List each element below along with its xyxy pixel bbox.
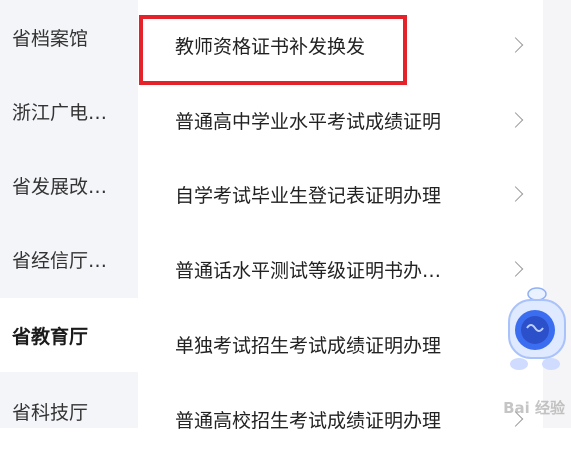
sidebar-item-archives[interactable]: 省档案馆 [0,0,138,74]
service-label: 自学考试毕业生登记表证明办理 [175,184,442,207]
sidebar-item-development-reform[interactable]: 省发展改… [0,148,138,222]
service-label: 普通高校招生考试成绩证明办理 [175,409,442,432]
list-item[interactable]: 单独考试招生考试成绩证明办理 [138,307,543,381]
sidebar-item-label: 浙江广电… [12,101,108,124]
service-label: 普通高中学业水平考试成绩证明 [175,110,442,133]
service-list: 教师资格证书补发换发 普通高中学业水平考试成绩证明 自学考试毕业生登记表证明办理… [138,0,543,432]
watermark-text: Bai 经验 [503,399,565,417]
sidebar-item-zhejiang-broadcast[interactable]: 浙江广电… [0,74,138,148]
watermark: Bai 经验 [503,397,565,418]
chevron-right-icon [507,261,524,277]
sidebar-item-label: 省发展改… [12,175,108,198]
sidebar-item-label: 省档案馆 [12,27,89,50]
sidebar: 省档案馆 浙江广电… 省发展改… 省经信厅… 省教育厅 省科技厅 [0,0,138,428]
service-label: 单独考试招生考试成绩证明办理 [175,334,442,357]
sidebar-item-education[interactable]: 省教育厅 [0,298,138,372]
chevron-right-icon [507,186,524,202]
service-label: 普通话水平测试等级证明书办… [175,259,442,282]
sidebar-item-economy-it[interactable]: 省经信厅… [0,222,138,296]
service-label: 教师资格证书补发换发 [175,35,366,58]
list-item[interactable]: 教师资格证书补发换发 [138,8,543,82]
list-item[interactable]: 普通高中学业水平考试成绩证明 [138,83,543,157]
robot-assistant-icon[interactable] [497,280,571,380]
chevron-right-icon [507,112,524,128]
list-item[interactable]: 普通话水平测试等级证明书办… [138,232,543,306]
sidebar-item-label: 省科技厅 [12,401,89,424]
sidebar-item-science-tech[interactable]: 省科技厅 [0,374,138,448]
sidebar-item-label: 省经信厅… [12,249,108,272]
list-item[interactable]: 自学考试毕业生登记表证明办理 [138,157,543,231]
sidebar-item-label: 省教育厅 [12,325,89,348]
chevron-right-icon [507,37,524,53]
list-item[interactable]: 普通高校招生考试成绩证明办理 [138,382,543,456]
